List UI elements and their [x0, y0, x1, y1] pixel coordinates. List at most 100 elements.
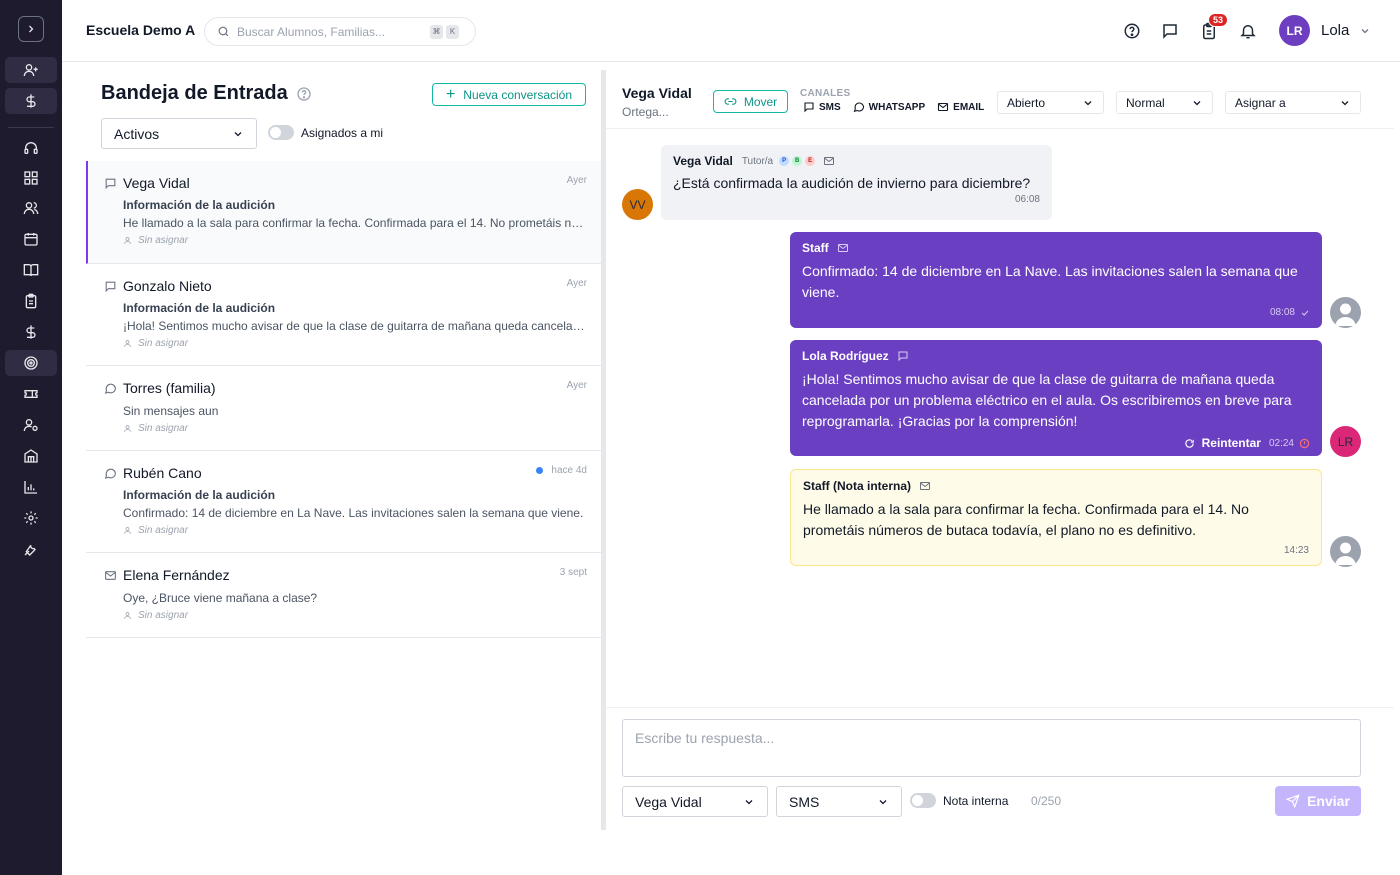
channel-value: SMS	[789, 793, 820, 810]
shortcut-key: ⌘	[430, 24, 443, 39]
chevron-right-icon	[29, 25, 34, 33]
reply-textarea[interactable]	[622, 719, 1361, 777]
unread-dot	[536, 467, 544, 474]
new-conversation-button[interactable]: + Nueva conversación	[432, 83, 586, 106]
conversation-preview: He llamado a la sala para confirmar la f…	[123, 216, 585, 230]
tag-badge: E	[805, 156, 816, 166]
search-bar[interactable]: ⌘ K	[204, 17, 476, 46]
message-text: Confirmado: 14 de diciembre en La Nave. …	[802, 263, 1298, 300]
sidebar	[0, 0, 62, 875]
conversation-item[interactable]: Torres (familia) Ayer Sin mensajes aun S…	[86, 366, 601, 451]
page-title: Bandeja de Entrada	[101, 82, 288, 104]
channel-whatsapp[interactable]: WHATSAPP	[853, 101, 925, 113]
sidebar-item-payments[interactable]	[5, 88, 57, 114]
sidebar-item-settings[interactable]	[5, 505, 57, 531]
conversation-item[interactable]: Elena Fernández 3 sept Oye, ¿Bruce viene…	[86, 553, 601, 638]
conversation-date: Ayer	[566, 175, 587, 186]
sidebar-item-attendance[interactable]	[5, 288, 57, 314]
sidebar-expand-button[interactable]	[18, 16, 44, 42]
message-sender: Lola Rodríguez	[802, 349, 889, 363]
message-text: ¿Está confirmada la audición de invierno…	[673, 175, 1031, 191]
chat-square-icon	[898, 351, 908, 362]
notifications-button[interactable]	[1236, 19, 1260, 43]
assigned-to-me-toggle[interactable]	[268, 125, 294, 140]
new-conversation-label: Nueva conversación	[463, 87, 573, 102]
search-input[interactable]	[237, 24, 427, 39]
conversation-assignee: Sin asignar	[123, 423, 585, 434]
conversation-name: Gonzalo Nieto	[123, 278, 212, 294]
avatar	[1330, 536, 1361, 567]
send-icon	[1286, 794, 1300, 808]
messages-button[interactable]	[1158, 19, 1182, 43]
avatar	[1330, 297, 1361, 328]
recipient-select[interactable]: Vega Vidal	[622, 786, 768, 817]
help-icon	[1124, 23, 1140, 39]
message-header: Staff	[802, 241, 1310, 255]
help-icon[interactable]	[296, 86, 312, 102]
channel-select[interactable]: SMS	[776, 786, 902, 817]
conversation-preview: Sin mensajes aun	[123, 404, 219, 418]
sidebar-item-events[interactable]	[5, 381, 57, 407]
message-time: Reintentar 02:24	[802, 436, 1310, 450]
user-menu[interactable]: LR Lola	[1279, 15, 1371, 46]
send-button[interactable]: Enviar	[1275, 786, 1361, 816]
channel-sms[interactable]: SMS	[803, 101, 841, 113]
avatar: LR	[1330, 426, 1361, 457]
user-icon	[124, 527, 131, 534]
sidebar-item-dashboard[interactable]	[5, 165, 57, 191]
sidebar-item-support[interactable]	[5, 135, 57, 161]
assign-select[interactable]: Asignar a	[1225, 91, 1361, 114]
chat-contact-name: Vega Vidal	[622, 85, 692, 101]
recipient-value: Vega Vidal	[635, 793, 702, 810]
panel-resize-handle[interactable]	[601, 70, 606, 830]
status-filter-select[interactable]: Activos	[101, 118, 257, 149]
message-incoming: Vega Vidal Tutor/a P B E ¿Está confirmad…	[661, 145, 1052, 220]
conversation-item[interactable]: Vega Vidal Ayer Información de la audici…	[86, 161, 601, 264]
chevron-down-icon	[745, 799, 753, 804]
internal-note-label: Nota interna	[943, 793, 1009, 808]
clipboard-icon	[25, 293, 37, 309]
tasks-button[interactable]: 53	[1197, 13, 1228, 43]
char-count: 0/250	[1031, 794, 1062, 808]
conversation-date: hace 4d	[536, 465, 587, 476]
user-icon	[1335, 303, 1356, 326]
chevron-down-icon	[879, 799, 887, 804]
conversation-item[interactable]: Rubén Cano hace 4d Información de la aud…	[86, 451, 601, 553]
conversation-preview: ¡Hola! Sentimos mucho avisar de que la c…	[123, 319, 585, 333]
chat-square-icon	[105, 178, 116, 190]
chat-round-icon	[104, 383, 116, 394]
help-button[interactable]	[1120, 19, 1144, 43]
mail-icon	[824, 157, 835, 165]
channel-email[interactable]: EMAIL	[937, 101, 984, 113]
headset-icon	[24, 142, 38, 154]
sidebar-item-school[interactable]	[5, 443, 57, 469]
sidebar-item-crm[interactable]	[5, 350, 57, 376]
mail-icon	[938, 102, 949, 112]
conversation-preview: Oye, ¿Bruce viene mañana a clase?	[123, 591, 318, 605]
sidebar-item-students[interactable]	[5, 195, 57, 221]
sidebar-item-reports[interactable]	[5, 474, 57, 500]
conversation-preview: Confirmado: 14 de diciembre en La Nave. …	[123, 506, 584, 520]
sidebar-item-calendar[interactable]	[5, 226, 57, 252]
priority-select[interactable]: Normal	[1116, 91, 1213, 114]
sidebar-item-add-student[interactable]	[5, 57, 57, 83]
avatar: VV	[622, 189, 653, 220]
ticket-icon	[24, 390, 38, 398]
refresh-icon	[1184, 438, 1194, 448]
shortcut-key: K	[446, 24, 459, 39]
status-select[interactable]: Abierto	[997, 91, 1104, 114]
conversation-item[interactable]: Gonzalo Nieto Ayer Información de la aud…	[86, 264, 601, 366]
move-button[interactable]: Mover	[713, 90, 788, 113]
sidebar-item-staff[interactable]	[5, 412, 57, 438]
message-time: 14:23	[1283, 545, 1309, 556]
chevron-down-icon	[1193, 100, 1201, 105]
message-sender: Staff	[802, 241, 829, 255]
message-header: Staff (Nota interna)	[803, 479, 1309, 493]
retry-button[interactable]: Reintentar	[1184, 436, 1261, 450]
bell-icon	[1240, 25, 1256, 39]
sidebar-item-billing[interactable]	[5, 319, 57, 345]
sidebar-item-tools[interactable]	[5, 536, 57, 562]
target-icon	[24, 356, 38, 370]
sidebar-item-courses[interactable]	[5, 257, 57, 283]
internal-note-toggle[interactable]	[910, 793, 936, 808]
